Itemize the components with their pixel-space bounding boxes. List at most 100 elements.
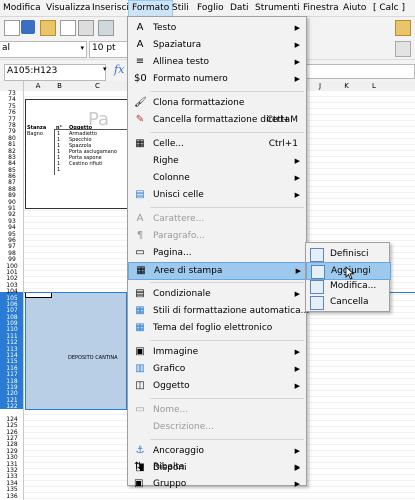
menu-item-label: Testo: [153, 23, 177, 33]
menu-item-grafico[interactable]: ▥ Grafico ▶: [128, 361, 306, 377]
menu-item-gruppo[interactable]: ▣ Gruppo ▶: [128, 476, 306, 492]
edit-range-icon: [310, 280, 324, 294]
chevron-right-icon: ▶: [294, 348, 300, 356]
menu-item-oggetto[interactable]: ◫ Oggetto ▶: [128, 378, 306, 394]
formula-input[interactable]: [305, 64, 415, 79]
theme-icon: ▦: [135, 322, 145, 333]
menu-finestra[interactable]: Finestra: [303, 0, 339, 17]
preview-icon[interactable]: [98, 20, 114, 36]
col-header-b[interactable]: B: [52, 81, 68, 91]
open-icon[interactable]: [40, 20, 56, 36]
font-name-combo[interactable]: al ▾: [0, 41, 87, 58]
menu-item-paragrafo[interactable]: ¶ Paragrafo...: [128, 228, 306, 244]
menu-separator: [150, 398, 304, 399]
col-header-c[interactable]: C: [67, 81, 129, 91]
borders-icon[interactable]: [395, 41, 411, 57]
menu-item-label: Descrizione...: [153, 422, 214, 432]
submenu-item-cancella[interactable]: Cancella: [306, 294, 389, 310]
menu-item-ribalta[interactable]: ⇅ Ribalta ▶: [128, 459, 306, 475]
menu-modifica[interactable]: Modifica: [3, 0, 41, 17]
chevron-right-icon: ▶: [294, 290, 300, 298]
menu-item-testo[interactable]: A Testo ▶: [128, 20, 306, 36]
chart-icon: ▥: [135, 363, 145, 374]
menu-item-label: Stili di formattazione automatica...: [153, 306, 310, 316]
menu-foglio[interactable]: Foglio: [197, 0, 224, 17]
submenu-item-modifica[interactable]: Modifica...: [306, 278, 389, 294]
menu-item-label: Paragrafo...: [153, 231, 205, 241]
conditional-icon: ▤: [135, 288, 145, 299]
menu-item-label: Pagina...: [153, 248, 192, 258]
define-range-icon: [310, 248, 324, 262]
menu-item-allinea-testo[interactable]: ≡ Allinea testo ▶: [128, 54, 306, 70]
print-range-icon: ▦: [136, 265, 146, 276]
menu-item-label: Ancoraggio: [153, 446, 204, 456]
menu-item-label: Condizionale: [153, 289, 211, 299]
font-size-combo[interactable]: 10 pt: [89, 41, 131, 58]
menu-item-immagine[interactable]: ▣ Immagine ▶: [128, 344, 306, 360]
export-pdf-icon[interactable]: [60, 20, 76, 36]
clone-format-icon: 🖌: [134, 97, 147, 108]
menu-item-celle[interactable]: ▦ Celle... Ctrl+1: [128, 136, 306, 152]
menu-item-tema-foglio[interactable]: ▦ Tema del foglio elettronico: [128, 320, 306, 336]
menu-strumenti[interactable]: Strumenti: [255, 0, 300, 17]
menu-item-label: Formato numero: [153, 74, 228, 84]
room-bagno: Bagno: [27, 131, 43, 137]
menu-item-carattere[interactable]: A Carattere...: [128, 211, 306, 227]
menu-item-label: Colonne: [153, 173, 190, 183]
menu-item-stili-formattazione-automatica[interactable]: ▦ Stili di formattazione automatica...: [128, 303, 310, 319]
menu-item-formato-numero[interactable]: $0 Formato numero ▶: [128, 71, 306, 87]
row-headers[interactable]: 73 74 75 76 77 78 79 80 81 82 83 84 85 86 87 88 89 90 91 92…: [0, 90, 24, 500]
save-icon[interactable]: [21, 20, 35, 34]
menu-item-label: Carattere...: [153, 214, 205, 224]
menu-item-spaziatura[interactable]: A Spaziatura ▶: [128, 37, 306, 53]
add-range-icon: [311, 265, 325, 279]
chevron-right-icon: ▶: [294, 41, 300, 49]
menu-item-clona-formattazione[interactable]: 🖌 Clona formattazione: [128, 95, 306, 111]
menu-item-colonne[interactable]: Colonne ▶: [128, 170, 306, 186]
menu-item-unisci-celle[interactable]: ▤ Unisci celle ▶: [128, 187, 306, 203]
menu-item-cancella-formattazione[interactable]: ✎ Cancella formattazione diretta Ctrl+M: [128, 112, 306, 128]
print-icon[interactable]: [78, 20, 94, 36]
col-header-m[interactable]: [388, 81, 415, 91]
menu-stili[interactable]: Stili: [172, 0, 189, 17]
chevron-down-icon[interactable]: ▾: [103, 65, 107, 73]
paragraph-icon: ¶: [136, 230, 144, 241]
table-icon[interactable]: [395, 20, 411, 36]
menu-aiuto[interactable]: Aiuto: [343, 0, 366, 17]
menu-item-aree-di-stampa[interactable]: ▦ Aree di stampa ▶: [128, 262, 308, 280]
menu-item-label: Tema del foglio elettronico: [153, 323, 273, 333]
menu-item-righe[interactable]: Righe ▶: [128, 153, 306, 169]
menu-item-nome[interactable]: ▭ Nome...: [128, 402, 306, 418]
autoformat-icon: ▦: [135, 305, 145, 316]
chevron-right-icon: ▶: [294, 174, 300, 182]
chevron-right-icon: ▶: [294, 463, 300, 471]
item-cell: Cestino rifiuti: [69, 161, 103, 167]
menu-calc[interactable]: [ Calc ]: [373, 0, 405, 17]
col-header-j[interactable]: J: [307, 81, 334, 91]
row-header[interactable]: 136: [0, 493, 24, 500]
submenu-item-definisci[interactable]: Definisci: [306, 246, 389, 262]
menu-item-ancoraggio[interactable]: ⚓ Ancoraggio ▶: [128, 443, 306, 459]
menu-shortcut: Ctrl+1: [268, 139, 298, 149]
page-icon: ▭: [135, 247, 145, 258]
chevron-down-icon[interactable]: ▾: [80, 42, 84, 55]
selected-range[interactable]: [25, 292, 127, 410]
menu-item-descrizione[interactable]: Descrizione...: [128, 419, 306, 435]
object-icon: ◫: [135, 380, 145, 391]
menu-item-pagina[interactable]: ▭ Pagina...: [128, 245, 306, 261]
menu-visualizza[interactable]: Visualizza: [46, 0, 90, 17]
menu-inserisci[interactable]: Inserisci: [92, 0, 129, 17]
menu-separator: [150, 439, 304, 440]
col-header-l[interactable]: L: [360, 81, 389, 91]
menu-item-label: Allinea testo: [153, 57, 210, 67]
function-wizard-icon[interactable]: fx: [114, 63, 124, 76]
name-box[interactable]: A105:H123: [4, 64, 106, 81]
col-header-a[interactable]: A: [24, 81, 53, 91]
chevron-right-icon: ▶: [294, 24, 300, 32]
menu-item-condizionale[interactable]: ▤ Condizionale ▶: [128, 286, 306, 302]
new-document-icon[interactable]: [4, 20, 20, 36]
menu-dati[interactable]: Dati: [230, 0, 248, 17]
col-header-k[interactable]: K: [333, 81, 361, 91]
menu-item-label: Grafico: [153, 364, 186, 374]
text-a-icon: A: [136, 22, 144, 33]
